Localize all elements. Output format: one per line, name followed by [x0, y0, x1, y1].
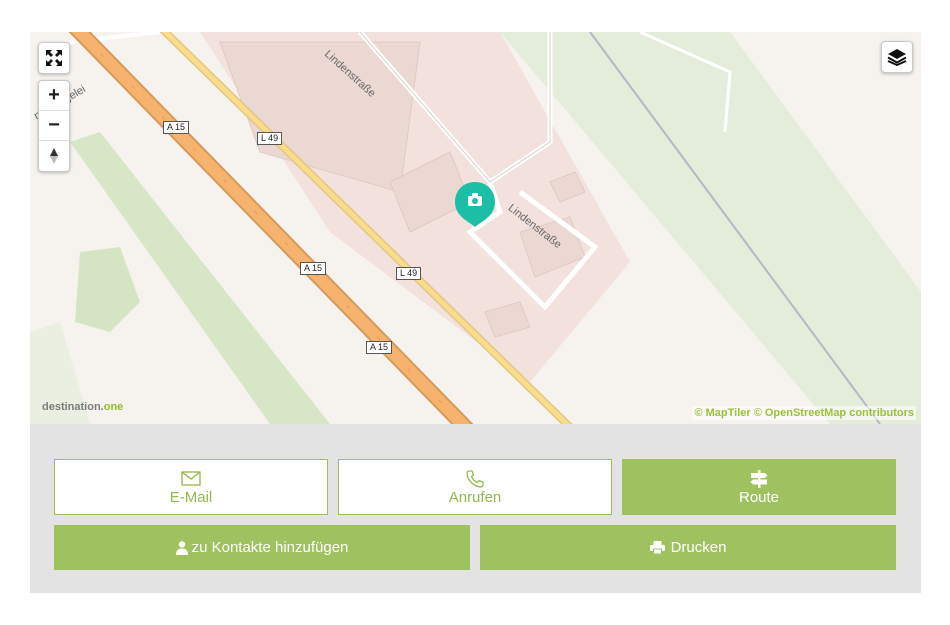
location-widget: A 15 L 49 A 15 L 49 A 15 Lindenstraße Li… — [30, 32, 921, 593]
print-label: Drucken — [670, 539, 727, 556]
envelope-icon — [181, 469, 201, 489]
map-attribution[interactable]: © MapTiler © OpenStreetMap contributors — [692, 406, 916, 420]
zoom-out-button[interactable]: − — [39, 111, 69, 141]
road-label-a15: A 15 — [163, 121, 190, 134]
layers-icon — [887, 49, 907, 66]
print-button[interactable]: Drucken — [480, 525, 896, 570]
zoom-controls: + − — [38, 80, 70, 172]
add-contact-label: zu Kontakte hinzufügen — [191, 539, 349, 556]
email-button[interactable]: E-Mail — [54, 459, 328, 515]
email-label: E-Mail — [169, 488, 213, 506]
compass-icon — [50, 148, 58, 164]
map-view[interactable]: A 15 L 49 A 15 L 49 A 15 Lindenstraße Li… — [30, 32, 921, 424]
zoom-in-button[interactable]: + — [39, 81, 69, 111]
route-button[interactable]: Route — [622, 459, 896, 515]
route-label: Route — [738, 488, 780, 506]
call-button[interactable]: Anrufen — [338, 459, 612, 515]
action-panel: E-Mail Anrufen Route zu Kontakte hinzufü… — [30, 424, 921, 593]
phone-icon — [465, 469, 485, 489]
layers-button[interactable] — [881, 41, 913, 73]
fullscreen-button[interactable] — [38, 42, 70, 74]
reset-north-button[interactable] — [39, 141, 69, 171]
call-label: Anrufen — [448, 488, 502, 506]
signpost-icon — [750, 469, 768, 489]
road-label-a15: A 15 — [366, 341, 393, 354]
print-icon — [649, 541, 665, 554]
road-label-a15: A 15 — [300, 262, 327, 275]
fullscreen-icon — [46, 50, 62, 66]
map-tiles — [30, 32, 921, 424]
road-label-l49: L 49 — [396, 267, 422, 280]
user-icon — [175, 540, 188, 555]
brand-logo: destination.one — [42, 401, 124, 413]
add-contact-button[interactable]: zu Kontakte hinzufügen — [54, 525, 470, 570]
road-label-l49: L 49 — [257, 132, 283, 145]
